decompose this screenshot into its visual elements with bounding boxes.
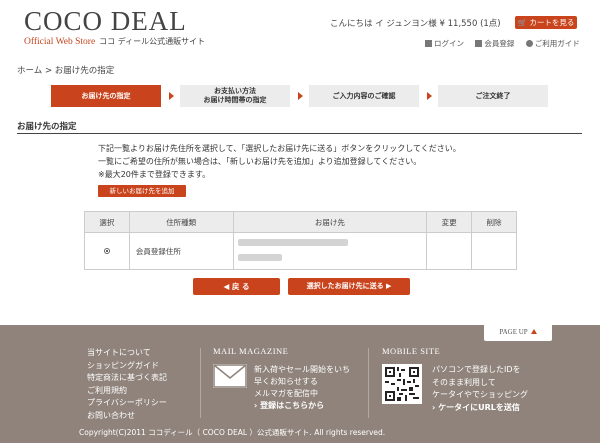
address-cell — [232, 232, 428, 270]
mail-line: 早くお知らせする — [254, 377, 318, 386]
intro-line: 一覧にご希望の住所が無い場合は、「新しいお届け先を追加」より追加登録してください… — [98, 157, 422, 166]
login-link-label: ログイン — [434, 39, 464, 48]
lock-icon — [425, 40, 432, 47]
blurred-address-line — [237, 239, 427, 248]
guide-link-label: ご利用ガイド — [534, 39, 580, 48]
breadcrumb[interactable]: ホーム > お届け先の指定 — [17, 64, 114, 76]
header-change: 変更 — [426, 211, 473, 233]
view-cart-button[interactable]: 🛒 カートを見る — [515, 16, 577, 29]
table-row: 会員登録住所 — [84, 232, 517, 270]
register-link-label: 会員登録 — [484, 39, 515, 48]
footer-links: 当サイトについて ショッピングガイド 特定商法に基づく表記 ご利用規約 プライバ… — [87, 347, 167, 422]
blurred-address-line — [237, 254, 427, 263]
page-up-button[interactable]: PAGE UP — [484, 324, 552, 341]
mobile-site-text: パソコンで登録したIDを そのまま利用して ケータイやでショッピング › ケータ… — [432, 364, 528, 414]
mail-register-link[interactable]: › 登録はこちらから — [254, 400, 350, 412]
table-header-row: 選択 住所種類 お届け先 変更 削除 — [84, 211, 517, 233]
mobile-line: パソコンで登録したIDを — [432, 365, 521, 374]
send-url-link[interactable]: › ケータイにURLを送信 — [432, 402, 528, 415]
qr-code — [382, 364, 422, 404]
user-icon — [475, 40, 483, 47]
login-link[interactable]: ログイン — [425, 39, 464, 48]
header-address: お届け先 — [232, 211, 428, 233]
copyright: Copyright(C)2011 ココディール（ COCO DEAL ）公式通販… — [79, 428, 386, 437]
logo-subtitle: Official Web Store ココ ディール公式通販サイト — [24, 36, 205, 47]
step-confirm: ご入力内容のご確認 — [309, 85, 419, 107]
send-to-selected-address-button[interactable]: 選択したお届け先に送る ▶ — [288, 278, 410, 295]
footer-link-privacy[interactable]: プライバシーポリシー — [87, 397, 167, 410]
step-arrow-icon — [169, 92, 174, 100]
mail-magazine-heading: MAIL MAGAZINE — [213, 346, 289, 356]
mobile-site-heading: MOBILE SITE — [382, 346, 441, 356]
footer-divider — [200, 348, 201, 418]
step-complete: ご注文終了 — [438, 85, 548, 107]
address-type-cell: 会員登録住所 — [128, 232, 234, 270]
step-label: お届け先の指定 — [81, 91, 131, 100]
step-label: ご注文終了 — [475, 91, 511, 100]
page-up-label: PAGE UP — [499, 328, 528, 336]
user-greeting: こんにちは イ ジュンヨン様 ¥ 11,550 (1点) — [330, 19, 501, 29]
logo-subtitle-en: Official Web Store — [24, 37, 96, 47]
address-table: 選択 住所種類 お届け先 変更 削除 会員登録住所 — [84, 211, 517, 270]
guide-link[interactable]: ご利用ガイド — [525, 39, 580, 48]
add-address-button[interactable]: 新しいお届け先を追加 — [98, 185, 186, 197]
footer-divider — [368, 348, 369, 418]
arrow-up-icon — [530, 329, 537, 334]
mail-line: メルマガを配信中 — [254, 389, 318, 398]
select-cell[interactable] — [84, 232, 130, 270]
delete-cell — [471, 232, 517, 270]
footer-link-contact[interactable]: お問い合わせ — [87, 410, 167, 423]
intro-line: 下記一覧よりお届け先住所を選択して、「選択したお届け先に送る」ボタンをクリックし… — [98, 144, 461, 153]
step-label-sub: お届け時間帯の指定 — [203, 96, 267, 104]
step-label: ご入力内容のご確認 — [332, 91, 396, 100]
section-divider — [17, 133, 582, 134]
intro-text: 下記一覧よりお届け先住所を選択して、「選択したお届け先に送る」ボタンをクリックし… — [98, 142, 461, 181]
step-delivery-address: お届け先の指定 — [51, 85, 161, 107]
intro-line: ※最大20件まで登録できます。 — [98, 170, 211, 179]
step-arrow-icon — [298, 92, 303, 100]
footer-link-guide[interactable]: ショッピングガイド — [87, 360, 167, 373]
change-cell — [426, 232, 473, 270]
mail-icon — [213, 364, 247, 388]
site-logo[interactable]: COCO DEAL — [24, 6, 187, 37]
cart-icon: 🛒 — [517, 18, 530, 27]
footer-link-terms[interactable]: ご利用規約 — [87, 385, 167, 398]
help-icon — [525, 40, 533, 47]
footer-link-about[interactable]: 当サイトについて — [87, 347, 167, 360]
section-title: お届け先の指定 — [17, 122, 77, 132]
step-arrow-icon — [427, 92, 432, 100]
view-cart-button-label: カートを見る — [529, 18, 575, 27]
address-radio[interactable] — [103, 247, 110, 254]
register-link[interactable]: 会員登録 — [475, 39, 514, 48]
header-select: 選択 — [84, 211, 130, 233]
mobile-line: ケータイやでショッピング — [432, 390, 528, 399]
top-nav: ログイン 会員登録 ご利用ガイド — [425, 38, 589, 49]
mobile-line: そのまま利用して — [432, 377, 496, 387]
header-delete: 削除 — [471, 211, 517, 233]
step-label: お支払い方法 — [214, 87, 256, 95]
back-button[interactable]: ◀ 戻 る — [193, 278, 280, 295]
footer-link-legal[interactable]: 特定商法に基づく表記 — [87, 372, 167, 385]
step-payment: お支払い方法 お届け時間帯の指定 — [180, 85, 290, 107]
logo-subtitle-jp: ココ ディール公式通販サイト — [99, 37, 206, 46]
header-type: 住所種類 — [128, 211, 234, 233]
mail-line: 新入荷やセール開始をいち — [254, 365, 350, 374]
mail-magazine-text: 新入荷やセール開始をいち 早くお知らせする メルマガを配信中 › 登録はこちらか… — [254, 364, 350, 412]
